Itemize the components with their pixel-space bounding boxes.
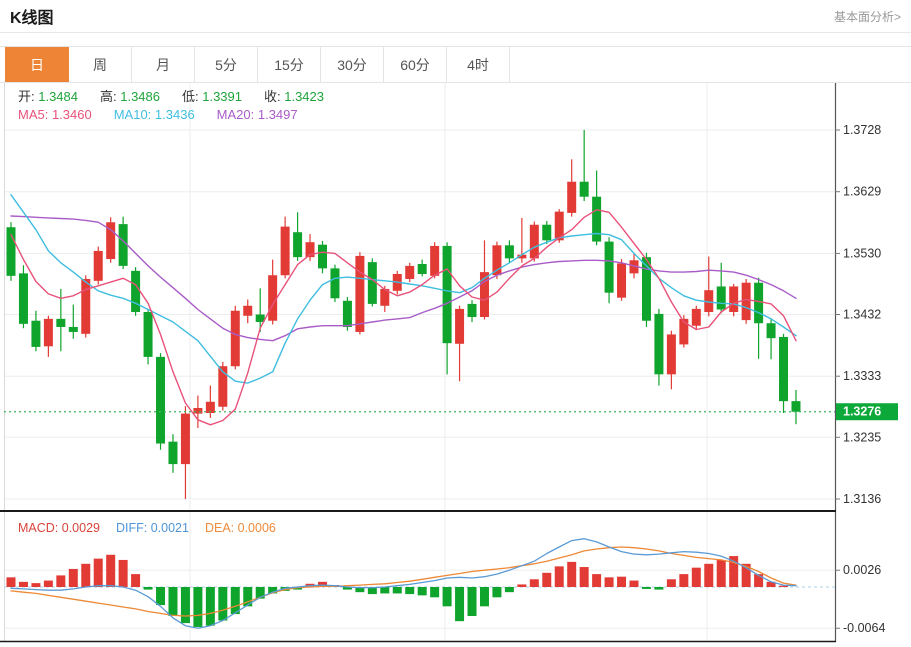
candle-body (31, 321, 40, 347)
candle-body (231, 311, 240, 366)
candle-body (268, 275, 277, 321)
fundamental-analysis-link[interactable]: 基本面分析> (834, 8, 901, 25)
candle-body (343, 301, 352, 327)
timeframe-tab-bar: 日周月5分15分30分60分4时 (0, 46, 911, 83)
svg-text:1.3276: 1.3276 (843, 405, 881, 419)
tab-h4[interactable]: 4时 (447, 47, 510, 82)
svg-text:0.0026: 0.0026 (843, 563, 881, 577)
candle-body (455, 309, 464, 344)
candle-body (243, 306, 252, 316)
candle-body (791, 401, 800, 412)
candle-body (405, 266, 414, 279)
candle-body (654, 314, 663, 374)
svg-text:1.3728: 1.3728 (843, 123, 881, 137)
page-header: K线图 基本面分析> (0, 0, 911, 33)
candle-body (592, 197, 601, 242)
kline-chart-canvas[interactable]: 1.3728 1.3629 1.3530 1.3432 1.3333 1.3235 1.31… (0, 83, 911, 646)
candle-body (181, 414, 190, 464)
candle-body (443, 246, 452, 343)
candle-body (717, 286, 726, 309)
candle-body (144, 312, 153, 357)
svg-text:1.3333: 1.3333 (843, 369, 881, 383)
tab-m15[interactable]: 15分 (258, 47, 321, 82)
candle-body (468, 304, 477, 317)
candle-body (667, 334, 676, 374)
svg-text:1.3136: 1.3136 (843, 492, 881, 506)
tab-month[interactable]: 月 (132, 47, 195, 82)
candle-body (605, 242, 614, 293)
candle-body (94, 251, 103, 281)
page-title: K线图 (10, 4, 54, 28)
candle-body (779, 337, 788, 401)
macd-histogram (7, 555, 789, 627)
tab-m30[interactable]: 30分 (321, 47, 384, 82)
candle-body (69, 327, 78, 332)
candle-body (318, 245, 327, 269)
diff-line (11, 539, 796, 629)
candle-body (742, 283, 751, 320)
svg-text:-0.0064: -0.0064 (843, 621, 885, 635)
tab-day[interactable]: 日 (5, 47, 69, 82)
candle-body (355, 256, 364, 332)
candle-body (729, 286, 738, 312)
svg-text:1.3629: 1.3629 (843, 185, 881, 199)
candle-body (81, 279, 90, 334)
candle-body (330, 268, 339, 298)
tab-m5[interactable]: 5分 (195, 47, 258, 82)
candle-body (754, 283, 763, 324)
ma20-line (11, 216, 796, 341)
current-price-tag: 1.3276 (836, 403, 898, 420)
candle-body (530, 225, 539, 259)
candle-body (617, 263, 626, 297)
candle-body (505, 245, 514, 258)
candle-body (293, 232, 302, 257)
ma5-line (11, 210, 796, 425)
dea-line (11, 547, 796, 616)
candle-body (430, 246, 439, 276)
candle-body (580, 182, 589, 197)
candle-body (131, 271, 140, 312)
candle-body (567, 182, 576, 213)
ma10-line (11, 195, 796, 383)
candle-body (767, 323, 776, 338)
tab-week[interactable]: 周 (69, 47, 132, 82)
price-axis-labels: 1.3728 1.3629 1.3530 1.3432 1.3333 1.3235 1.31… (835, 123, 881, 506)
macd-axis-labels: 0.0026 -0.0064 (835, 563, 885, 635)
candle-body (193, 408, 202, 414)
candle-body (156, 357, 165, 444)
svg-text:1.3235: 1.3235 (843, 430, 881, 444)
svg-text:1.3432: 1.3432 (843, 307, 881, 321)
candle-body (281, 227, 290, 276)
candle-body (542, 225, 551, 241)
svg-text:1.3530: 1.3530 (843, 246, 881, 260)
candle-body (19, 273, 28, 323)
candle-body (418, 264, 427, 274)
candle-body (692, 309, 701, 326)
candle-body (44, 319, 53, 346)
tab-m60[interactable]: 60分 (384, 47, 447, 82)
kline-chart: 1.3728 1.3629 1.3530 1.3432 1.3333 1.3235 1.31… (0, 83, 911, 646)
candle-body (168, 442, 177, 464)
candle-body (56, 319, 65, 327)
